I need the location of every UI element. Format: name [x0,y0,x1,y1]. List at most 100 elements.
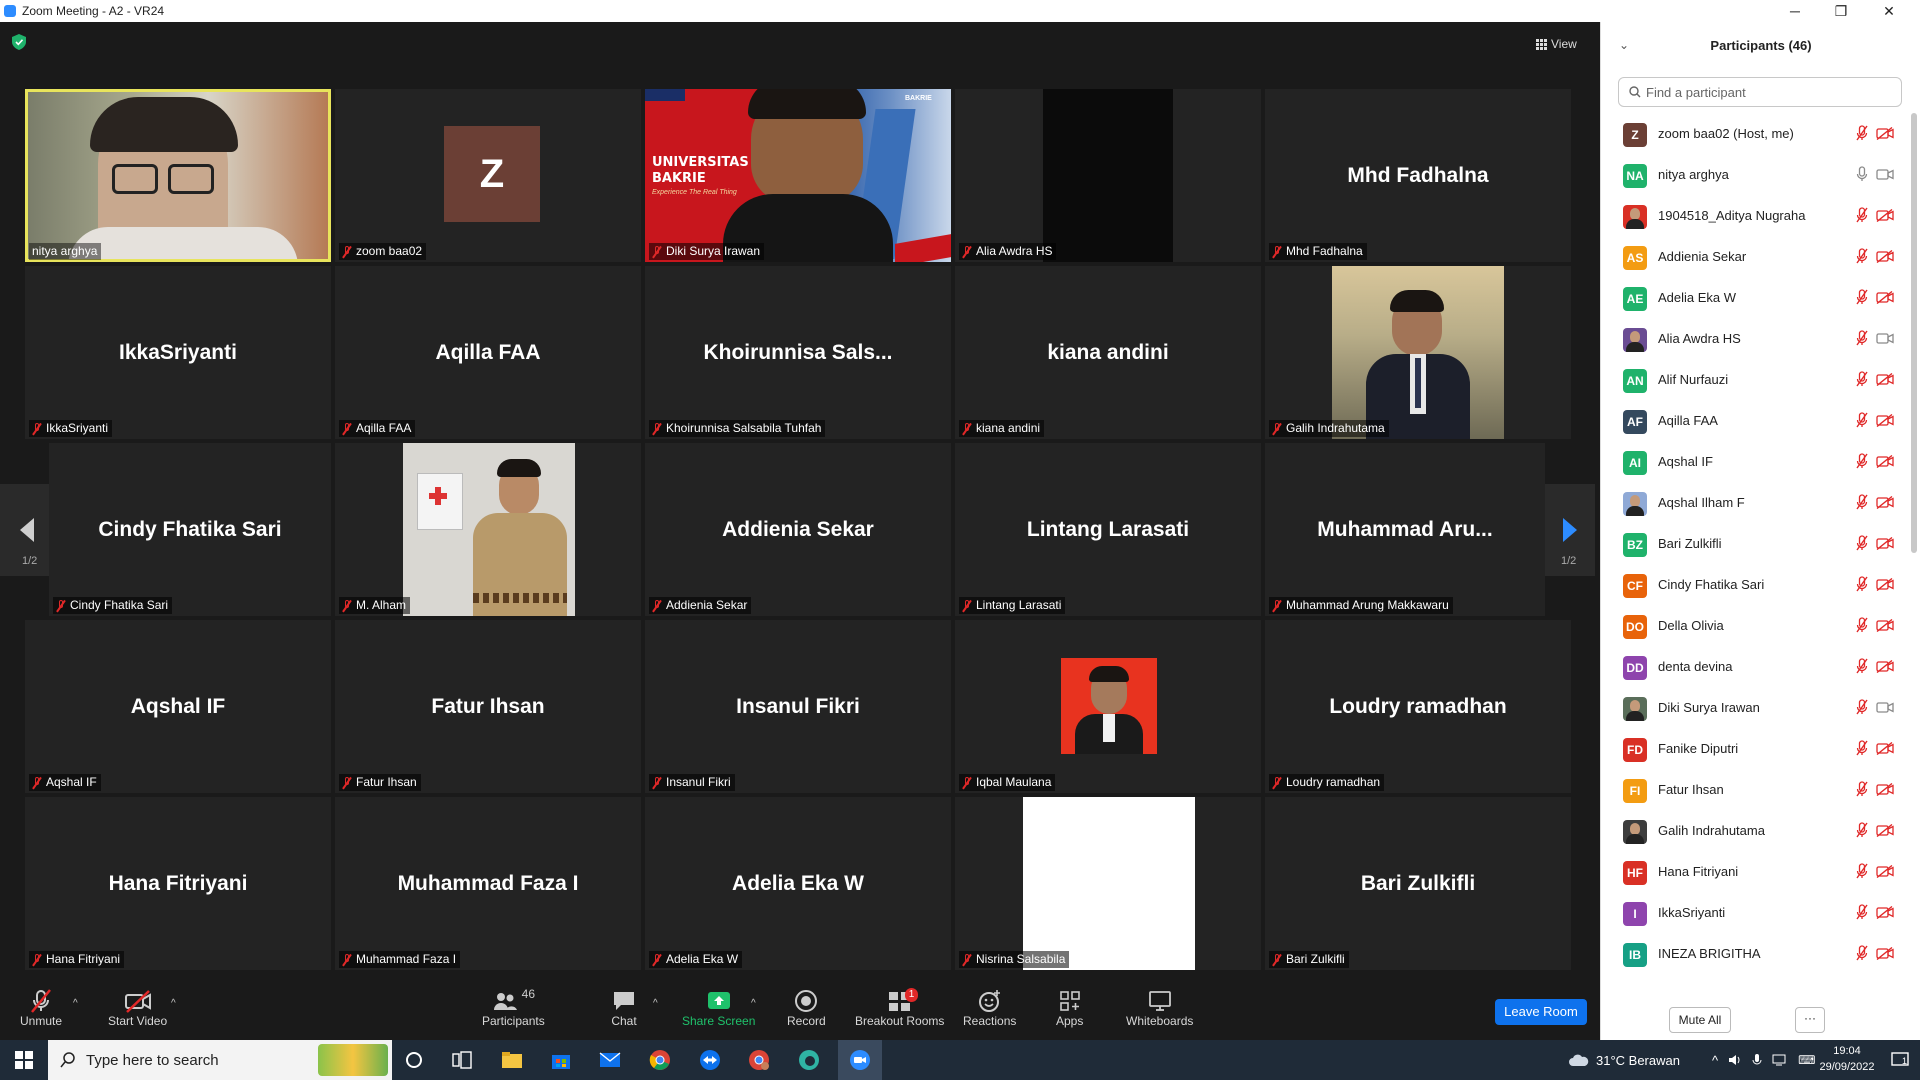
video-off-icon[interactable] [1876,824,1894,837]
mic-muted-icon[interactable] [1856,453,1868,469]
minimize-button[interactable]: ─ [1772,0,1818,22]
leave-room-button[interactable]: Leave Room [1495,999,1587,1025]
video-off-icon[interactable] [1876,619,1894,632]
find-participant-input[interactable]: Find a participant [1618,77,1902,107]
zoom-taskbar-icon[interactable] [838,1040,882,1080]
video-tile[interactable]: Lintang Larasati Lintang Larasati [955,443,1261,616]
mic-muted-icon[interactable] [1856,535,1868,551]
video-tile[interactable]: Galih Indrahutama [1265,266,1571,439]
video-tile[interactable]: M. Alham [335,443,641,616]
participants-button[interactable]: 46 Participants [482,987,545,1028]
unmute-button[interactable]: Unmute [20,988,62,1028]
participant-row[interactable]: BZ Bari Zulkifli [1601,523,1909,564]
whiteboards-button[interactable]: Whiteboards [1126,988,1193,1028]
file-explorer-icon[interactable] [496,1046,528,1074]
participant-row[interactable]: HF Hana Fitriyani [1601,851,1909,892]
video-tile[interactable]: Mhd Fadhalna Mhd Fadhalna [1265,89,1571,262]
participant-row[interactable]: FI Fatur Ihsan [1601,769,1909,810]
mic-muted-icon[interactable] [1856,945,1868,961]
video-tile[interactable]: Muhammad Aru... Muhammad Arung Makkawaru [1265,443,1545,616]
share-screen-button[interactable]: Share Screen [682,988,755,1028]
participant-row[interactable]: IB INEZA BRIGITHA [1601,933,1909,974]
participant-row[interactable]: AE Adelia Eka W [1601,277,1909,318]
record-button[interactable]: Record [787,988,826,1028]
video-off-icon[interactable] [1876,373,1894,386]
video-off-icon[interactable] [1876,947,1894,960]
mic-muted-icon[interactable] [1856,125,1868,141]
video-tile[interactable]: Khoirunnisa Sals... Khoirunnisa Salsabil… [645,266,951,439]
mic-muted-icon[interactable] [1856,658,1868,674]
video-tile[interactable]: Addienia Sekar Addienia Sekar [645,443,951,616]
video-off-icon[interactable] [1876,906,1894,919]
participant-row[interactable]: DD denta devina [1601,646,1909,687]
participant-row[interactable]: Aqshal Ilham F [1601,482,1909,523]
mic-icon[interactable] [1856,166,1868,182]
participant-list-scrollbar[interactable] [1910,113,1918,1008]
video-tile[interactable]: nitya arghya [25,89,331,262]
encryption-shield-icon[interactable] [12,34,26,50]
participant-row[interactable]: Alia Awdra HS [1601,318,1909,359]
video-tile[interactable]: UNIVERSITAS BAKRIE Experience The Real T… [645,89,951,262]
system-clock[interactable]: 19:04 29/09/2022 [1812,1043,1882,1075]
participant-row[interactable]: 1904518_Aditya Nugraha [1601,195,1909,236]
mic-muted-icon[interactable] [1856,822,1868,838]
video-off-icon[interactable] [1876,250,1894,263]
video-off-icon[interactable] [1876,578,1894,591]
video-off-icon[interactable] [1876,660,1894,673]
video-tile[interactable]: kiana andini kiana andini [955,266,1261,439]
participant-row[interactable]: Zzoom baa02 (Host, me) [1601,113,1909,154]
video-off-icon[interactable] [1876,865,1894,878]
mic-muted-icon[interactable] [1856,740,1868,756]
video-tile[interactable]: Muhammad Faza I Muhammad Faza I [335,797,641,970]
teamviewer-icon[interactable] [694,1046,726,1074]
video-tile[interactable]: Nisrina Salsabila [955,797,1261,970]
mic-muted-icon[interactable] [1856,781,1868,797]
start-video-button[interactable]: Start Video [108,988,167,1028]
mic-muted-icon[interactable] [1856,863,1868,879]
microphone-icon[interactable] [1752,1053,1762,1067]
edge-icon[interactable] [793,1046,825,1074]
participant-row[interactable]: NA nitya arghya [1601,154,1909,195]
video-off-icon[interactable] [1876,291,1894,304]
video-icon[interactable] [1876,332,1894,345]
video-tile[interactable]: Adelia Eka W Adelia Eka W [645,797,951,970]
view-button[interactable]: View [1536,34,1596,54]
participant-row[interactable]: DO Della Olivia [1601,605,1909,646]
volume-icon[interactable] [1728,1053,1742,1067]
mic-muted-icon[interactable] [1856,289,1868,305]
video-tile[interactable]: Aqshal IF Aqshal IF [25,620,331,793]
video-off-icon[interactable] [1876,783,1894,796]
more-options-button[interactable]: ··· [1795,1007,1825,1033]
audio-options-caret[interactable]: ^ [73,998,78,1009]
video-tile[interactable]: Hana Fitriyani Hana Fitriyani [25,797,331,970]
store-icon[interactable] [545,1046,577,1074]
chrome-profile-icon[interactable] [743,1046,775,1074]
video-off-icon[interactable] [1876,455,1894,468]
video-tile[interactable]: IkkaSriyanti IkkaSriyanti [25,266,331,439]
video-off-icon[interactable] [1876,209,1894,222]
mic-muted-icon[interactable] [1856,412,1868,428]
mic-muted-icon[interactable] [1856,617,1868,633]
video-icon[interactable] [1876,701,1894,714]
participant-row[interactable]: I IkkaSriyanti [1601,892,1909,933]
share-options-caret[interactable]: ^ [751,998,756,1009]
maximize-button[interactable]: ❐ [1818,0,1864,22]
mic-muted-icon[interactable] [1856,330,1868,346]
breakout-rooms-button[interactable]: 1 Breakout Rooms [855,988,944,1028]
network-icon[interactable] [1772,1053,1788,1067]
video-tile[interactable]: Insanul Fikri Insanul Fikri [645,620,951,793]
taskbar-search-input[interactable]: Type here to search [48,1040,392,1080]
mic-muted-icon[interactable] [1856,576,1868,592]
video-tile[interactable]: Cindy Fhatika Sari Cindy Fhatika Sari [49,443,331,616]
participant-row[interactable]: AS Addienia Sekar [1601,236,1909,277]
video-tile[interactable]: Z zoom baa02 [335,89,641,262]
video-tile[interactable]: Loudry ramadhan Loudry ramadhan [1265,620,1571,793]
mail-icon[interactable] [594,1046,626,1074]
video-icon[interactable] [1876,168,1894,181]
video-off-icon[interactable] [1876,537,1894,550]
video-tile[interactable]: Bari Zulkifli Bari Zulkifli [1265,797,1571,970]
chat-button[interactable]: Chat [611,988,637,1028]
participant-row[interactable]: Galih Indrahutama [1601,810,1909,851]
video-tile[interactable]: Aqilla FAA Aqilla FAA [335,266,641,439]
reactions-button[interactable]: Reactions [963,988,1016,1028]
